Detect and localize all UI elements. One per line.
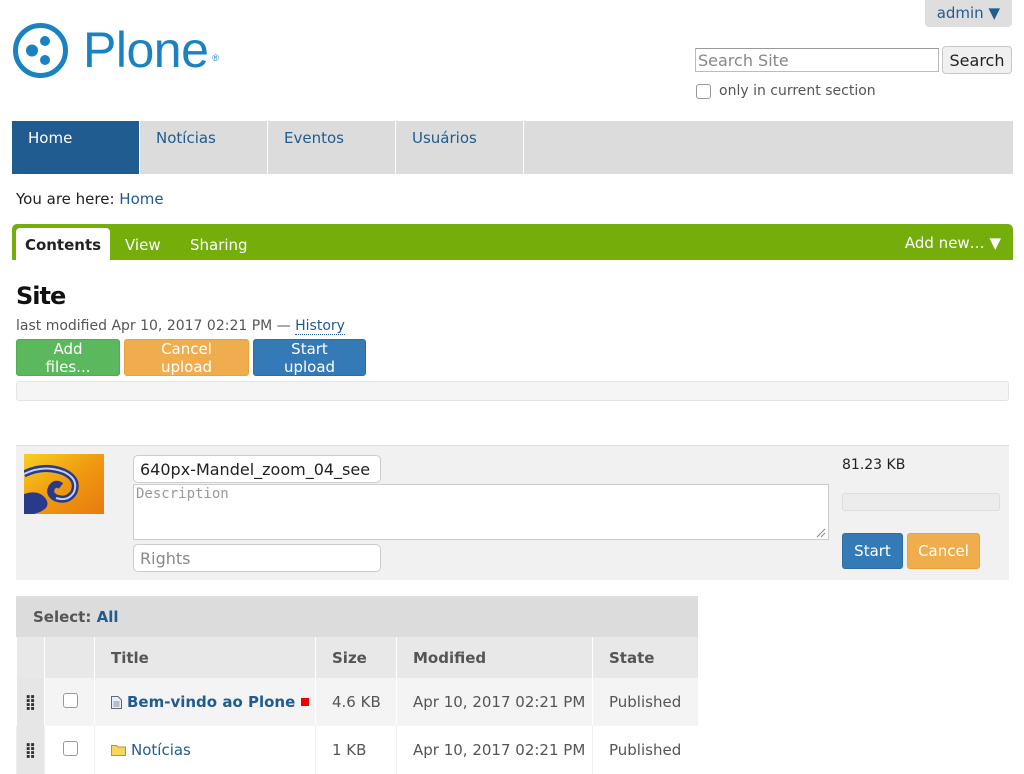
- row-checkbox-cell: [44, 678, 95, 726]
- breadcrumb: You are here: Home: [16, 190, 164, 208]
- add-files-button[interactable]: Add files...: [16, 339, 120, 376]
- column-header-state[interactable]: State: [592, 637, 698, 678]
- nav-item-usuarios[interactable]: Usuários: [396, 121, 524, 174]
- contents-table: Title Size Modified State ⣿ Bem-vindo ao…: [16, 637, 698, 774]
- add-new-menu[interactable]: Add new… ▼: [905, 234, 1001, 252]
- column-header-title[interactable]: Title: [94, 637, 316, 678]
- file-rights-input[interactable]: [133, 544, 381, 572]
- tab-view[interactable]: View: [125, 236, 161, 254]
- edit-toolbar: Contents View Sharing Add new… ▼: [12, 224, 1013, 260]
- file-progress-bar: [842, 493, 1000, 511]
- row-state: Published: [592, 726, 698, 774]
- row-title: Notícias: [131, 741, 191, 759]
- logo-text: Plone ®: [83, 22, 219, 78]
- column-header-size[interactable]: Size: [315, 637, 397, 678]
- current-section-label: only in current section: [719, 83, 876, 99]
- header-handle: [16, 637, 45, 678]
- column-header-modified[interactable]: Modified: [396, 637, 593, 678]
- row-checkbox[interactable]: [63, 692, 78, 708]
- plone-logo-icon: [13, 23, 68, 78]
- row-title-link[interactable]: Notícias: [111, 741, 315, 759]
- file-size: 81.23 KB: [842, 457, 906, 473]
- row-size: 4.6 KB: [315, 678, 397, 726]
- breadcrumb-home-link[interactable]: Home: [119, 190, 163, 208]
- folder-icon: [111, 745, 126, 756]
- tab-sharing[interactable]: Sharing: [190, 236, 248, 254]
- file-name-input[interactable]: [133, 455, 381, 483]
- row-modified: Apr 10, 2017 02:21 PM: [396, 726, 593, 774]
- breadcrumb-prefix: You are here:: [16, 190, 115, 208]
- nav-item-noticias[interactable]: Notícias: [140, 121, 268, 174]
- drag-handle-icon[interactable]: ⣿: [16, 678, 45, 726]
- global-nav: Home Notícias Eventos Usuários: [12, 121, 1013, 174]
- row-title: Bem-vindo ao Plone: [127, 693, 296, 711]
- row-state: Published: [592, 678, 698, 726]
- row-modified: Apr 10, 2017 02:21 PM: [396, 678, 593, 726]
- row-size: 1 KB: [315, 726, 397, 774]
- current-section-checkbox[interactable]: [696, 83, 711, 99]
- file-cancel-button[interactable]: Cancel: [907, 533, 980, 569]
- table-row: ⣿ Notícias 1 KB Apr 10, 2017 02:21 PM Pu…: [16, 726, 698, 774]
- select-label: Select:: [33, 608, 92, 626]
- table-row: ⣿ Bem-vindo ao Plone 4.6 KB Apr 10, 2017…: [16, 678, 698, 726]
- tab-contents[interactable]: Contents: [16, 228, 110, 260]
- select-bar: Select: All: [16, 596, 698, 637]
- site-logo[interactable]: Plone ®: [12, 22, 219, 79]
- user-menu[interactable]: admin ▼: [924, 0, 1012, 27]
- nav-item-eventos[interactable]: Eventos: [268, 121, 396, 174]
- search-input[interactable]: [695, 48, 939, 72]
- row-title-cell: Bem-vindo ao Plone: [94, 678, 316, 726]
- file-thumbnail-image: [24, 454, 104, 514]
- search-current-section-option[interactable]: only in current section: [696, 83, 876, 99]
- page-title: Site: [16, 282, 66, 310]
- start-upload-button[interactable]: Start upload: [253, 339, 366, 376]
- row-title-link[interactable]: Bem-vindo ao Plone: [111, 693, 315, 711]
- file-description-input[interactable]: [133, 484, 829, 540]
- row-checkbox[interactable]: [63, 740, 78, 756]
- contents-listing: Select: All Title Size Modified State ⣿ …: [16, 596, 698, 774]
- row-checkbox-cell: [44, 726, 95, 774]
- search-button[interactable]: Search: [942, 46, 1012, 74]
- file-start-button[interactable]: Start: [842, 533, 903, 569]
- document-icon: [111, 695, 122, 709]
- upload-progress-bar: [16, 381, 1009, 401]
- nav-item-home[interactable]: Home: [12, 121, 140, 174]
- table-header-row: Title Size Modified State: [16, 637, 698, 678]
- history-link[interactable]: History: [295, 318, 345, 335]
- resize-grip-icon[interactable]: [814, 526, 826, 538]
- cancel-upload-button[interactable]: Cancel upload: [124, 339, 249, 376]
- upload-item: 81.23 KB Start Cancel: [16, 445, 1009, 580]
- header-checkbox: [44, 637, 95, 678]
- select-all-link[interactable]: All: [97, 608, 119, 626]
- expired-indicator-icon: [301, 698, 310, 706]
- modified-text: last modified Apr 10, 2017 02:21 PM —: [16, 318, 291, 334]
- row-title-cell: Notícias: [94, 726, 316, 774]
- drag-handle-icon[interactable]: ⣿: [16, 726, 45, 774]
- last-modified: last modified Apr 10, 2017 02:21 PM — Hi…: [16, 318, 345, 335]
